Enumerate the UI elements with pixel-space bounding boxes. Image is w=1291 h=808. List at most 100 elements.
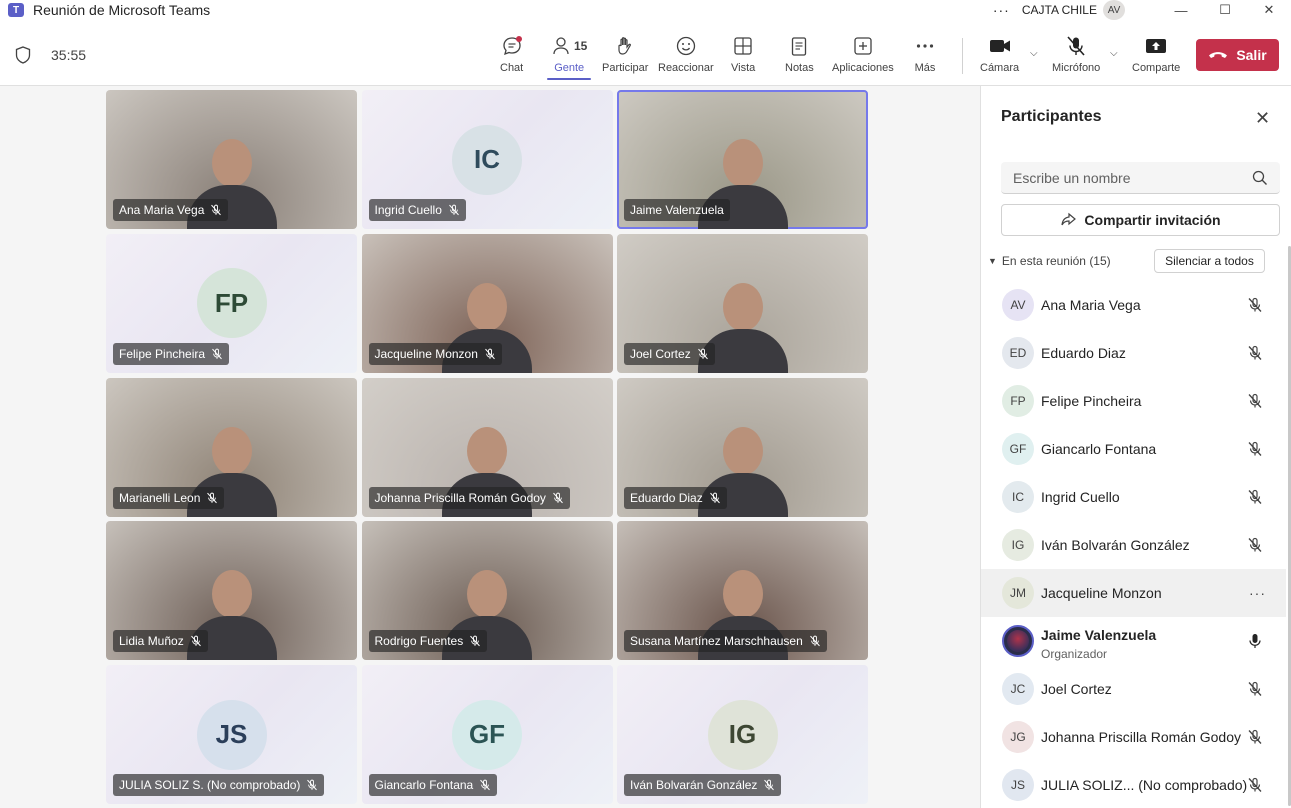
participant-row[interactable]: JS JULIA SOLIZ... (No comprobado) xyxy=(981,761,1286,808)
participant-avatar: IC xyxy=(1002,481,1034,513)
participant-name: Giancarlo Fontana xyxy=(1041,441,1157,457)
mic-muted-icon xyxy=(1248,729,1262,744)
participant-list: AV Ana Maria Vega ED Eduardo Diaz FP Felipe P… xyxy=(981,281,1286,808)
participant-tile[interactable]: Johanna Priscilla Román Godoy xyxy=(361,377,613,517)
maximize-button[interactable]: ☐ xyxy=(1203,0,1247,20)
tile-participant-name: Susana Martínez Marschhausen xyxy=(630,634,803,649)
participant-row[interactable]: ED Eduardo Diaz xyxy=(981,329,1286,377)
participant-row[interactable]: JC Joel Cortez xyxy=(981,665,1286,713)
camera-button[interactable]: Cámara xyxy=(980,34,1019,74)
participant-tile[interactable]: Rodrigo Fuentes xyxy=(361,521,613,661)
raise-hand-button[interactable]: Participar xyxy=(602,34,648,74)
participant-mic-status[interactable] xyxy=(1247,297,1263,318)
notes-icon xyxy=(788,34,810,58)
participant-more-button[interactable]: ··· xyxy=(1249,585,1266,601)
share-button[interactable]: Comparte xyxy=(1132,34,1180,74)
raise-hand-label: Participar xyxy=(602,62,649,74)
participant-row[interactable]: JM Jacqueline Monzon ··· xyxy=(981,569,1286,617)
share-invite-label: Compartir invitación xyxy=(1084,212,1221,228)
participant-row[interactable]: FP Felipe Pincheira xyxy=(981,377,1286,425)
more-options-button[interactable]: ··· xyxy=(993,2,1010,18)
tile-name-label: Iván Bolvarán González xyxy=(624,774,782,797)
mic-muted-icon xyxy=(449,204,459,216)
participant-tile[interactable]: Marianelli Leon xyxy=(106,377,357,517)
camera-options-chevron-icon[interactable]: ⌵ xyxy=(1030,48,1038,59)
participant-tile[interactable]: Ana Maria Vega xyxy=(106,90,357,229)
more-button[interactable]: Más xyxy=(914,34,936,74)
share-invite-button[interactable]: Compartir invitación xyxy=(1001,204,1280,236)
mute-all-button[interactable]: Silenciar a todos xyxy=(1154,249,1265,273)
participant-mic-status[interactable] xyxy=(1247,489,1263,510)
mic-options-chevron-icon[interactable]: ⌵ xyxy=(1110,48,1118,59)
participant-row[interactable]: IC Ingrid Cuello xyxy=(981,473,1286,521)
participant-row[interactable]: Jaime Valenzuela Organizador xyxy=(981,617,1286,665)
participant-tile[interactable]: Susana Martínez Marschhausen xyxy=(617,521,868,661)
tile-participant-name: Giancarlo Fontana xyxy=(374,778,474,793)
participant-tile[interactable]: JS JULIA SOLIZ S. (No comprobado) xyxy=(106,665,357,805)
mic-muted-icon xyxy=(697,348,708,360)
participant-row[interactable]: GF Giancarlo Fontana xyxy=(981,425,1286,473)
participant-mic-status[interactable] xyxy=(1247,633,1263,654)
participant-avatar: FP xyxy=(196,268,267,339)
participant-tile[interactable]: IC Ingrid Cuello xyxy=(361,90,613,229)
participant-mic-status[interactable] xyxy=(1247,777,1263,798)
participant-row[interactable]: AV Ana Maria Vega xyxy=(981,281,1286,329)
participant-search-input[interactable] xyxy=(1013,169,1243,186)
participant-search xyxy=(1001,162,1280,194)
participant-tile[interactable]: Jaime Valenzuela xyxy=(617,90,868,229)
mic-muted-icon xyxy=(1248,489,1262,504)
mic-button[interactable]: Micrófono xyxy=(1052,34,1100,74)
mic-muted-icon xyxy=(553,492,563,503)
participant-mic-status[interactable] xyxy=(1247,681,1263,702)
people-icon: 15 xyxy=(551,34,587,58)
people-button[interactable]: 15 Gente xyxy=(547,34,592,80)
participant-name: Jacqueline Monzon xyxy=(1041,585,1162,601)
view-button[interactable]: Vista xyxy=(731,34,755,74)
participant-mic-status[interactable] xyxy=(1247,345,1263,366)
apps-button[interactable]: Aplicaciones xyxy=(832,34,894,74)
close-panel-icon[interactable]: ✕ xyxy=(1255,108,1270,129)
participants-panel: Participantes ✕ Compartir invitación ▼ E… xyxy=(980,86,1291,808)
chat-button[interactable]: Chat xyxy=(500,34,523,74)
participant-name: Iván Bolvarán González xyxy=(1041,537,1190,553)
participant-name: Jaime Valenzuela xyxy=(1041,627,1157,643)
participant-mic-status[interactable] xyxy=(1247,441,1263,462)
participant-name: Ana Maria Vega xyxy=(1041,297,1141,313)
in-meeting-section-toggle[interactable]: ▼ En esta reunión (15) xyxy=(988,254,1111,268)
view-label: Vista xyxy=(731,62,756,74)
react-button[interactable]: Reaccionar xyxy=(658,34,714,74)
participant-row[interactable]: IG Iván Bolvarán González xyxy=(981,521,1286,569)
participant-tile[interactable]: FP Felipe Pincheira xyxy=(106,233,357,373)
share-label: Comparte xyxy=(1132,62,1181,74)
toolbar-separator xyxy=(962,38,963,74)
mic-label: Micrófono xyxy=(1052,62,1101,74)
participant-tile[interactable]: Eduardo Diaz xyxy=(617,377,868,517)
video-grid: Ana Maria Vega IC Ingrid Cuello Jaime Valen… xyxy=(106,90,868,805)
more-dots-icon xyxy=(914,34,936,58)
participant-tile[interactable]: Lidia Muñoz xyxy=(106,521,357,661)
mic-muted-icon xyxy=(207,492,218,503)
participant-row[interactable]: JG Johanna Priscilla Román Godoy xyxy=(981,713,1286,761)
notes-button[interactable]: Notas xyxy=(785,34,814,74)
participant-tile[interactable]: GF Giancarlo Fontana xyxy=(361,665,613,805)
close-window-button[interactable]: ✕ xyxy=(1247,0,1291,20)
react-label: Reaccionar xyxy=(658,62,714,74)
mic-muted-icon xyxy=(470,636,481,647)
tile-name-label: Felipe Pincheira xyxy=(113,342,230,365)
participant-avatar: FP xyxy=(1002,385,1034,417)
participant-mic-status[interactable] xyxy=(1247,729,1263,750)
user-avatar[interactable]: AV xyxy=(1103,0,1125,20)
mic-muted-icon xyxy=(1248,345,1262,360)
participant-tile[interactable]: Joel Cortez xyxy=(617,233,868,373)
minimize-button[interactable]: — xyxy=(1159,0,1203,20)
participant-tile[interactable]: IG Iván Bolvarán González xyxy=(617,665,868,805)
tile-name-label: Johanna Priscilla Román Godoy xyxy=(368,486,570,509)
mic-on-icon xyxy=(1249,634,1261,648)
mic-muted-icon xyxy=(480,779,491,791)
mic-muted-icon xyxy=(709,492,720,503)
participant-mic-status[interactable] xyxy=(1247,537,1263,558)
leave-button[interactable]: Salir xyxy=(1196,39,1279,71)
participant-mic-status[interactable] xyxy=(1247,393,1263,414)
participant-tile[interactable]: Jacqueline Monzon xyxy=(361,233,613,373)
mic-muted-icon xyxy=(211,204,222,216)
